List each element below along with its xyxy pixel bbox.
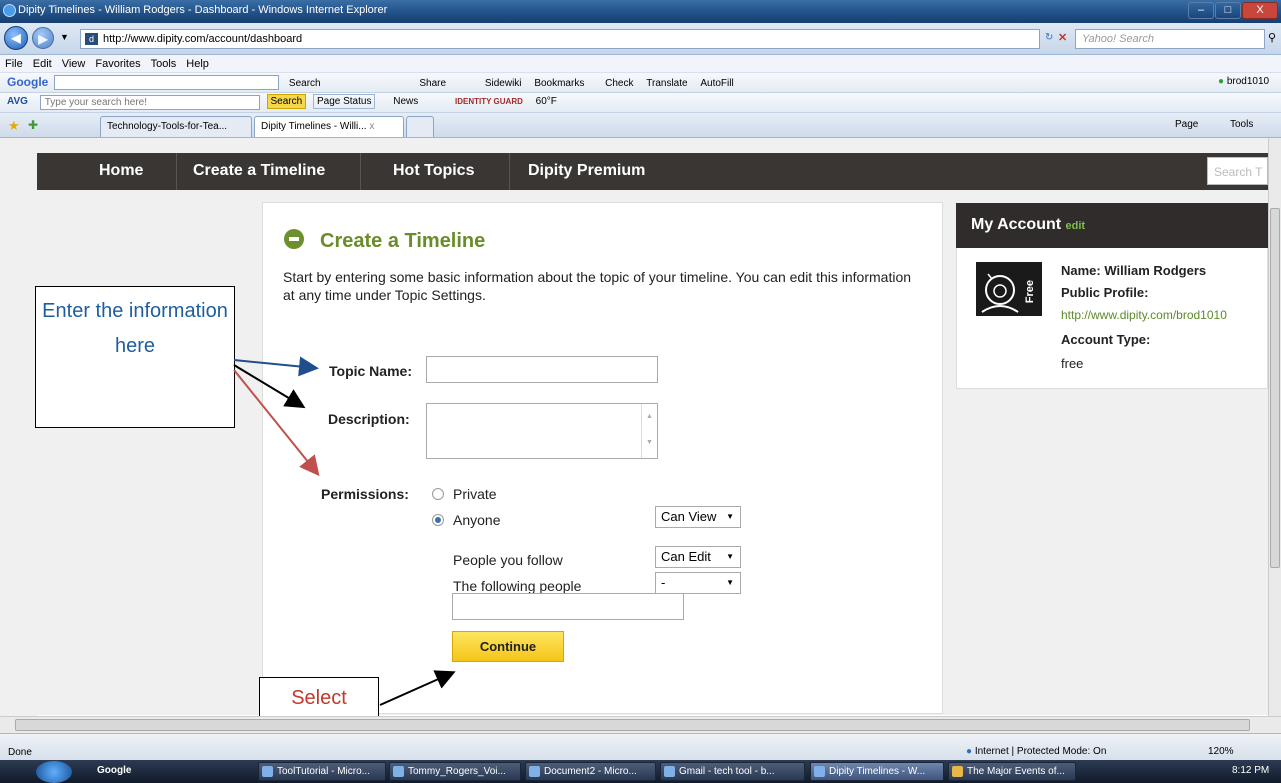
ie-icon: [814, 766, 825, 777]
arrow-to-description: [233, 364, 306, 409]
clock: 8:12 PM: [1232, 765, 1270, 776]
windows-taskbar: Google ToolTutorial - Micro... Tommy_Rog…: [0, 760, 1281, 783]
zoom-level[interactable]: 120%: [1208, 746, 1234, 757]
taskbar-item-tooltutorial[interactable]: ToolTutorial - Micro...: [258, 762, 386, 781]
security-zone: ● Internet | Protected Mode: On: [966, 746, 1106, 757]
word-icon: [529, 766, 540, 777]
vertical-scroll-thumb[interactable]: [1270, 208, 1280, 568]
google-desktop-label[interactable]: Google: [97, 765, 131, 776]
horizontal-scroll-thumb[interactable]: [15, 719, 1250, 731]
taskbar-item-major-events[interactable]: The Major Events of...: [948, 762, 1076, 781]
start-button[interactable]: [36, 761, 72, 783]
taskbar-label: ToolTutorial - Micro...: [277, 766, 370, 777]
globe-icon: ●: [966, 746, 973, 757]
arrow-to-continue: [379, 670, 456, 706]
zone-label: Internet | Protected Mode: On: [974, 746, 1107, 757]
annotation-arrows: [233, 356, 456, 706]
word-icon: [393, 766, 404, 777]
word-icon: [262, 766, 273, 777]
taskbar-item-tommy-rogers[interactable]: Tommy_Rogers_Voi...: [389, 762, 521, 781]
taskbar-item-document2[interactable]: Document2 - Micro...: [525, 762, 656, 781]
powerpoint-icon: [952, 766, 963, 777]
horizontal-scrollbar[interactable]: [0, 716, 1281, 733]
taskbar-label: Document2 - Micro...: [544, 766, 637, 777]
taskbar-label: Dipity Timelines - W...: [829, 766, 926, 777]
taskbar-label: Tommy_Rogers_Voi...: [408, 766, 506, 777]
vertical-scrollbar[interactable]: [1268, 138, 1281, 716]
arrow-to-topic-name: [233, 356, 319, 377]
taskbar-item-dipity[interactable]: Dipity Timelines - W...: [810, 762, 944, 781]
status-bar: Done ● Internet | Protected Mode: On 120…: [0, 733, 1281, 760]
status-text: Done: [8, 747, 32, 758]
taskbar-label: Gmail - tech tool - b...: [679, 766, 775, 777]
ie-icon: [664, 766, 675, 777]
taskbar-item-gmail[interactable]: Gmail - tech tool - b...: [660, 762, 805, 781]
arrow-to-permissions: [233, 369, 320, 477]
taskbar-label: The Major Events of...: [967, 766, 1065, 777]
